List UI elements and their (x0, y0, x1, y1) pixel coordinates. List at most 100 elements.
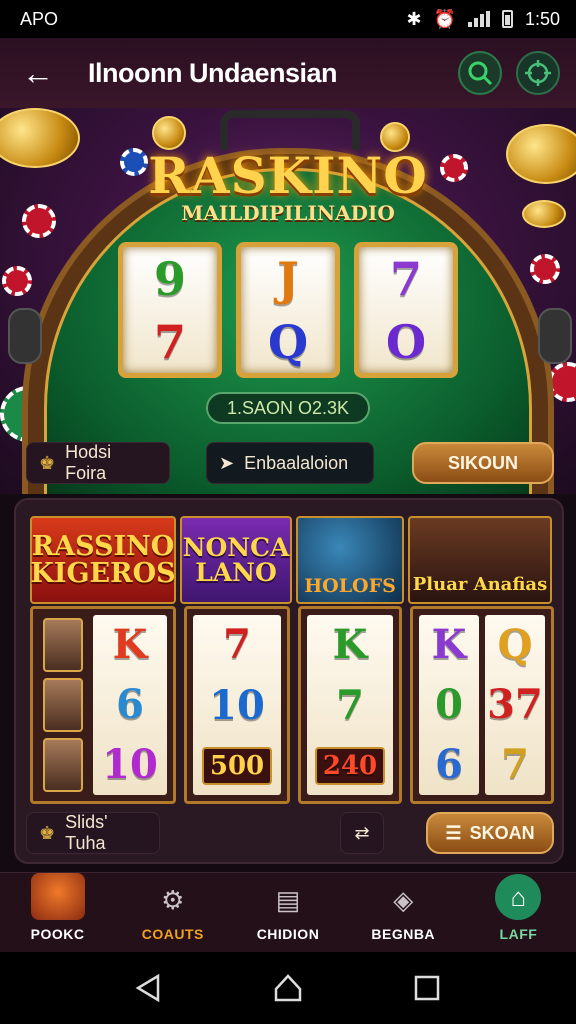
coin-decoration (152, 116, 186, 150)
reel-1: 9 7 (118, 242, 222, 378)
hero-controls: ♚ Hodsi Foira ➤ Enbaalaloion SIKOUN (0, 440, 576, 490)
reel-symbol: O (385, 314, 427, 369)
skoan-label: SKOAN (469, 822, 535, 843)
enbaal-label: Enbaalaloion (244, 452, 349, 473)
slot-symbol: 7 (223, 621, 251, 669)
win-display: 1.SAON O2.3K (206, 392, 370, 424)
nav-label: POOKC (30, 926, 85, 942)
slot-machine-1[interactable]: K 6 10 (30, 606, 176, 804)
cabinet-knob-right (538, 308, 572, 364)
home-circle-icon[interactable] (273, 973, 303, 1003)
game-banner[interactable]: HOLOFS (296, 516, 404, 604)
reel-symbol: 9 (153, 251, 186, 306)
slot-symbol: K (431, 621, 467, 668)
panel-controls: ♚ Slids' Tuha ⇄ ☰ SKOAN (16, 812, 562, 858)
reel-column: Q 37 7 (485, 615, 545, 795)
hodsi-button[interactable]: ♚ Hodsi Foira (26, 442, 170, 484)
nav-label: LAFF (499, 926, 538, 942)
recents-square-icon[interactable] (412, 973, 442, 1003)
settings-button[interactable] (516, 51, 560, 95)
reel-column: K 7 240 (307, 615, 393, 795)
nav-label: CHIDION (256, 926, 320, 942)
slot-symbol: 7 (501, 741, 529, 788)
reel-column: K 6 10 (93, 615, 167, 795)
search-button[interactable] (458, 51, 502, 95)
nav-item-pookc[interactable]: POOKC (0, 873, 115, 952)
cabinet-handle (220, 110, 360, 150)
slot-symbol: K (332, 621, 368, 669)
home-icon: ⌂ (495, 874, 542, 920)
nav-item-begnba[interactable]: ◈ BEGNBA (346, 873, 461, 952)
shield-icon: ◈ (393, 884, 414, 915)
chip-decoration (2, 266, 32, 296)
reel-2: J Q (236, 242, 340, 378)
game-banner[interactable]: RASSINO KIGEROS (30, 516, 176, 604)
hero-slot-machine: RASKINO MAILDIPILINADIO 9 7 J Q 7 O 1.SA… (0, 108, 576, 494)
search-icon (468, 61, 493, 86)
bottom-nav: POOKC ⚙ COAUTS ▤ CHIDION ◈ BEGNBA ⌂ LAFF (0, 872, 576, 952)
slot-symbol: 0 (435, 681, 463, 728)
slids-button[interactable]: ♚ Slids' Tuha (26, 812, 160, 854)
bluetooth-icon: ✱ (406, 8, 422, 29)
slot-symbol: 6 (116, 681, 144, 728)
reel-3: 7 O (354, 242, 458, 378)
game-banner[interactable]: NONCA LANO (180, 516, 292, 604)
banner-title: NONCA LANO (182, 533, 290, 587)
crosshair-gear-icon (525, 60, 551, 86)
chat-document-icon: ▤ (275, 884, 301, 915)
slot-value: 240 (314, 746, 386, 785)
fox-avatar-icon (30, 873, 85, 920)
banner-title: HOLOFS (304, 575, 396, 597)
reel-symbol: 7 (389, 251, 422, 306)
swap-button[interactable]: ⇄ (340, 812, 384, 854)
nav-label: BEGNBA (371, 926, 436, 942)
hero-reels[interactable]: 9 7 J Q 7 O (118, 242, 458, 378)
reel-symbol: 7 (153, 314, 186, 369)
game-banner[interactable]: Pluar Anafias (408, 516, 552, 604)
slot-symbol: 6 (435, 741, 463, 788)
carrier-label: APO (20, 8, 59, 29)
reel-symbol: J (277, 251, 299, 306)
app-header: ← Ilnoonn Undaensian (0, 38, 576, 108)
arrow-icon: ➤ (219, 452, 235, 473)
slot-symbol: K (112, 621, 148, 668)
banner-title: Pluar Anafias (412, 574, 548, 595)
slot-machine-4[interactable]: K 0 6 Q 37 7 (410, 606, 554, 804)
games-panel: RASSINO KIGEROS NONCA LANO HOLOFS Pluar … (14, 498, 564, 864)
character-column (39, 615, 87, 795)
nav-item-laff[interactable]: ⌂ LAFF (461, 873, 576, 952)
logo-main: RASKINO (148, 146, 428, 205)
character-portrait (43, 678, 83, 732)
battery-icon (501, 10, 513, 28)
clock: 1:50 (524, 8, 560, 29)
nav-item-coauts[interactable]: ⚙ COAUTS (115, 873, 230, 952)
back-triangle-icon[interactable] (134, 973, 164, 1003)
trophy-icon: ♚ (39, 822, 56, 843)
reel-column: 7 10 500 (193, 615, 281, 795)
skoan-button[interactable]: ☰ SKOAN (426, 812, 554, 854)
slot-machine-2[interactable]: 7 10 500 (184, 606, 290, 804)
sikoun-label: SIKOUN (447, 452, 518, 473)
sikoun-button[interactable]: SIKOUN (412, 442, 554, 484)
gear-badge-icon: ⚙ (161, 884, 185, 915)
banner-title: RASSINO KIGEROS (30, 531, 176, 589)
status-bar: APO ✱ ⏰ 1:50 (0, 0, 576, 38)
slids-label: Slids' Tuha (65, 812, 108, 853)
status-icons: ✱ ⏰ 1:50 (406, 9, 560, 30)
enbaal-button[interactable]: ➤ Enbaalaloion (206, 442, 374, 484)
chip-decoration (530, 254, 560, 284)
nav-item-chidion[interactable]: ▤ CHIDION (230, 873, 345, 952)
logo-sub: MAILDIPILINADIO (181, 201, 395, 225)
game-banners: RASSINO KIGEROS NONCA LANO HOLOFS Pluar … (30, 516, 552, 604)
swap-arrows-icon: ⇄ (354, 822, 370, 843)
slot-symbol: 10 (209, 681, 265, 729)
slot-machine-3[interactable]: K 7 240 (298, 606, 402, 804)
slot-symbol: 10 (102, 741, 158, 788)
trophy-icon: ♚ (39, 452, 56, 473)
slot-symbol: 7 (336, 681, 364, 729)
slot-machines: K 6 10 7 10 500 K 7 240 K 0 6 Q 37 7 (30, 606, 554, 804)
slot-symbol: Q (497, 621, 533, 668)
reel-symbol: Q (267, 314, 309, 369)
system-nav-bar (0, 952, 576, 1024)
back-arrow-icon[interactable]: ← (16, 51, 60, 95)
